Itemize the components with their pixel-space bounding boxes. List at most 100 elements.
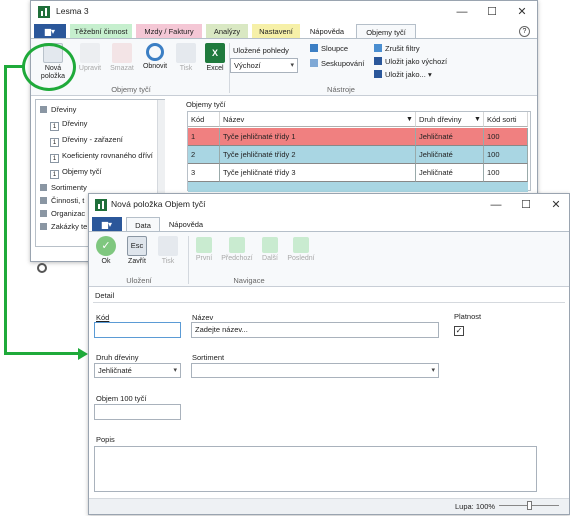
file-menu-button[interactable]: ▆▾	[34, 24, 66, 39]
print-button[interactable]: Tisk	[173, 43, 199, 73]
tab-napoveda[interactable]: Nápověda	[163, 217, 209, 232]
tree-item-organizace[interactable]: Organizac	[40, 209, 85, 218]
leaf-icon: 1	[50, 122, 59, 131]
refresh-icon	[146, 43, 164, 61]
column-header-kod-sortimentu[interactable]: Kód sorti	[484, 112, 528, 127]
validity-checkbox[interactable]: ✓	[454, 326, 464, 336]
next-label: Další	[262, 255, 278, 262]
last-record-button[interactable]: Poslední	[285, 237, 317, 263]
minimize-icon[interactable]: —	[451, 4, 473, 20]
save-as-button[interactable]: Uložit jako... ▾	[374, 70, 432, 79]
last-icon	[293, 237, 309, 253]
close-icon[interactable]: ✕	[545, 197, 567, 213]
main-titlebar: Lesma 3 — ☐ ✕	[31, 1, 537, 23]
grid-title: Objemy tyčí	[186, 100, 226, 109]
leaf-icon: 1	[50, 138, 59, 147]
print-label: Tisk	[179, 65, 193, 72]
assortment-label: Sortiment	[192, 353, 225, 362]
tab-analyzy[interactable]: Analýzy	[206, 24, 248, 39]
tree-item-label: Objemy tyčí	[62, 167, 102, 176]
tab-objemy-tyci[interactable]: Objemy tyčí	[356, 24, 416, 39]
folder-icon	[40, 223, 47, 230]
volume-label: Objem 100 tyčí	[96, 394, 147, 403]
close-button[interactable]: Esc Zavřít	[123, 236, 151, 266]
wood-type-value: Jehličnaté	[98, 366, 132, 375]
save-default-button[interactable]: Uložit jako výchozí	[374, 57, 447, 66]
dialog-file-menu-button[interactable]: ▆▾	[92, 217, 122, 232]
leaf-icon: 1	[50, 170, 59, 179]
first-icon	[196, 237, 212, 253]
columns-button[interactable]: Sloupce	[310, 44, 348, 53]
zoom-slider-thumb[interactable]	[527, 501, 532, 510]
grouping-button[interactable]: Seskupování	[310, 59, 364, 68]
tree-item-zakazky[interactable]: Zakázky te	[40, 222, 87, 231]
folder-icon	[40, 197, 47, 204]
window-title: Lesma 3	[56, 6, 89, 16]
refresh-button[interactable]: Obnovit	[139, 43, 171, 71]
save-as-icon	[374, 70, 382, 78]
grouping-label: Seskupování	[321, 59, 365, 68]
filter-icon[interactable]: ▼	[474, 116, 481, 123]
tree-item-label: Dřeviny - zařazení	[62, 135, 123, 144]
folder-icon	[40, 184, 47, 191]
column-header-nazev[interactable]: Název	[220, 112, 416, 127]
ok-button[interactable]: ✓ Ok	[93, 236, 119, 266]
wood-type-select[interactable]: Jehličnaté ▾	[94, 363, 181, 378]
validity-label: Platnost	[454, 312, 482, 321]
highlight-connector-bottom	[4, 352, 80, 355]
print-button[interactable]: Tisk	[155, 236, 181, 266]
tab-data[interactable]: Data	[126, 217, 160, 232]
print-icon	[176, 43, 196, 63]
first-label: První	[195, 255, 213, 262]
chevron-down-icon: ▾	[431, 367, 435, 374]
volume-field[interactable]	[94, 404, 181, 420]
tab-nastaveni[interactable]: Nastavení	[252, 24, 300, 39]
tree-root-dreviny[interactable]: Dřeviny	[40, 105, 76, 114]
tree-item-objemy-tyci[interactable]: 1 Objemy tyčí	[50, 167, 102, 179]
code-field[interactable]	[94, 322, 181, 338]
tree-item-dreviny[interactable]: 1 Dřeviny	[50, 119, 87, 131]
search-icon[interactable]	[37, 263, 47, 273]
minimize-icon[interactable]: —	[485, 197, 507, 213]
tree-item-koeficienty[interactable]: 1 Koeficienty rovnaného dříví	[50, 151, 153, 163]
main-tab-bar: ▆▾ Těžební činnost Mzdy / Faktury Analýz…	[31, 24, 537, 39]
print-icon	[158, 236, 178, 256]
edit-button[interactable]: Upravit	[75, 43, 105, 73]
next-record-button[interactable]: Další	[257, 237, 283, 263]
refresh-label: Obnovit	[142, 63, 168, 70]
columns-icon	[310, 44, 318, 52]
previous-record-button[interactable]: Předchozí	[219, 237, 255, 263]
tab-napoveda[interactable]: Nápověda	[304, 24, 350, 39]
tree-item-label: Dřeviny	[62, 119, 88, 128]
tab-tezebni-cinnost[interactable]: Těžební činnost	[70, 24, 132, 39]
help-icon[interactable]: ?	[519, 26, 530, 37]
filter-icon	[374, 44, 382, 52]
highlight-circle	[22, 43, 76, 91]
edit-label: Upravit	[78, 65, 102, 72]
section-detail: Detail	[95, 291, 115, 300]
maximize-icon[interactable]: ☐	[481, 4, 503, 20]
tab-mzdy-faktury[interactable]: Mzdy / Faktury	[136, 24, 202, 39]
description-field[interactable]	[94, 446, 537, 492]
excel-button[interactable]: X Excel	[201, 43, 229, 73]
tree-item-dreviny-zarazeni[interactable]: 1 Dřeviny - zařazení	[50, 135, 123, 147]
delete-button[interactable]: Smazat	[107, 43, 137, 73]
saved-views-select[interactable]: Výchozí ▾	[230, 58, 298, 73]
name-field[interactable]: Zadejte název...	[191, 322, 439, 338]
tree-item-sortimenty[interactable]: Sortimenty	[40, 183, 87, 192]
maximize-icon[interactable]: ☐	[515, 197, 537, 213]
assortment-select[interactable]: ▾	[191, 363, 439, 378]
tree-item-cinnosti[interactable]: Činnosti, t	[40, 196, 84, 205]
column-header-kod[interactable]: Kód	[188, 112, 220, 127]
close-label: Zavřít	[128, 258, 146, 265]
filter-icon[interactable]: ▼	[406, 116, 413, 123]
folder-icon	[40, 106, 47, 113]
dialog-titlebar: Nová položka Objem tyčí — ☐ ✕	[89, 194, 569, 216]
table-cell: Jehličnaté	[416, 128, 484, 146]
app-logo-icon	[38, 6, 50, 18]
close-icon[interactable]: ✕	[511, 4, 533, 20]
first-record-button[interactable]: První	[191, 237, 217, 263]
table-cell: 2	[188, 146, 220, 164]
cancel-filters-button[interactable]: Zrušit filtry	[374, 44, 420, 53]
highlight-connector-top	[4, 65, 24, 68]
